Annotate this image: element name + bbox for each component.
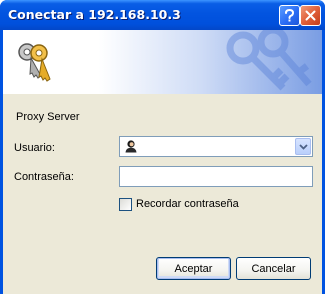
username-label: Usuario: [14, 142, 55, 154]
chevron-down-icon [298, 141, 308, 153]
ok-button[interactable]: Aceptar [156, 257, 231, 280]
help-button[interactable] [279, 5, 300, 26]
login-dialog: Conectar a 192.168.10.3 Proxy Server Usu… [0, 0, 325, 294]
dialog-body: Proxy Server Usuario: Contraseña: Record… [3, 30, 322, 294]
username-dropdown-button[interactable] [295, 138, 311, 155]
cancel-button[interactable]: Cancelar [236, 257, 311, 280]
title-bar[interactable]: Conectar a 192.168.10.3 [0, 0, 325, 30]
close-button[interactable] [300, 5, 321, 26]
close-icon [305, 10, 316, 21]
help-icon [284, 9, 295, 22]
remember-password-label[interactable]: Recordar contraseña [136, 198, 239, 210]
dialog-banner [3, 30, 322, 94]
remember-password-checkbox[interactable] [119, 198, 132, 211]
window-title: Conectar a 192.168.10.3 [8, 7, 181, 22]
password-field[interactable] [119, 166, 313, 187]
username-combobox[interactable] [119, 136, 313, 157]
realm-label: Proxy Server [16, 111, 80, 123]
keys-watermark-icon [213, 30, 322, 94]
password-label: Contraseña: [14, 171, 74, 183]
keys-icon [15, 40, 55, 87]
user-account-icon [124, 139, 138, 156]
